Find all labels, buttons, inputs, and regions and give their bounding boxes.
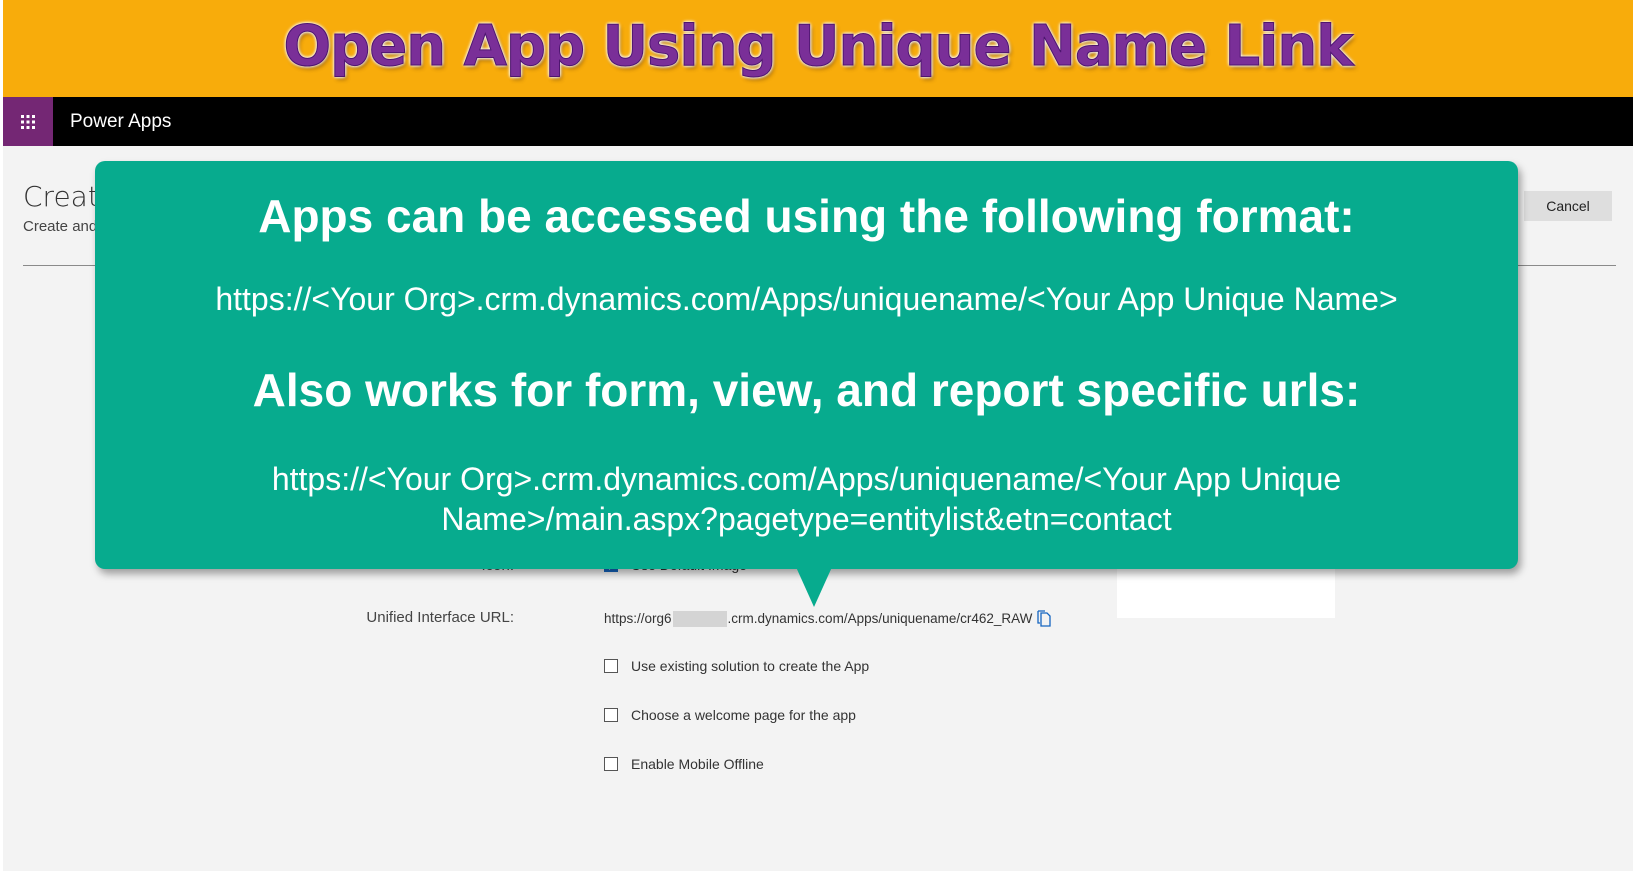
screenshot-frame: Open App Using Unique Name Link Power Ap… — [3, 0, 1633, 871]
callout-heading-format: Apps can be accessed using the following… — [258, 190, 1355, 242]
unified-interface-url-label: Unified Interface URL: — [366, 609, 514, 626]
app-bar: Power Apps — [3, 97, 1633, 146]
checkbox-unchecked-icon — [604, 757, 618, 771]
checkbox-label: Enable Mobile Offline — [631, 756, 764, 772]
checkbox-label: Use existing solution to create the App — [631, 658, 870, 674]
banner-title: Open App Using Unique Name Link — [283, 14, 1354, 80]
checkbox-label: Choose a welcome page for the app — [631, 707, 856, 723]
unified-interface-url: https://org6 .crm.dynamics.com/Apps/uniq… — [604, 610, 1052, 627]
page-subtitle: Create and — [23, 218, 98, 235]
url-prefix: https://org6 — [604, 611, 672, 626]
cancel-button[interactable]: Cancel — [1524, 191, 1612, 221]
callout-url-format: https://<Your Org>.crm.dynamics.com/Apps… — [215, 281, 1398, 317]
copy-icon[interactable] — [1037, 610, 1052, 627]
callout-url-specific: https://<Your Org>.crm.dynamics.com/Apps… — [271, 461, 1342, 537]
banner: Open App Using Unique Name Link — [3, 0, 1633, 97]
app-name[interactable]: Power Apps — [70, 97, 171, 146]
use-existing-solution-checkbox[interactable]: Use existing solution to create the App — [604, 658, 869, 674]
waffle-button[interactable] — [3, 97, 53, 146]
callout-pointer — [796, 567, 832, 607]
welcome-page-checkbox[interactable]: Choose a welcome page for the app — [604, 707, 856, 723]
checkbox-unchecked-icon — [604, 708, 618, 722]
checkbox-unchecked-icon — [604, 659, 618, 673]
enable-mobile-offline-checkbox[interactable]: Enable Mobile Offline — [604, 756, 764, 772]
redacted-mask — [672, 610, 727, 627]
url-suffix: .crm.dynamics.com/Apps/uniquename/cr462_… — [727, 611, 1033, 626]
info-callout: Apps can be accessed using the following… — [95, 161, 1518, 569]
waffle-icon — [20, 114, 36, 130]
callout-heading-specific: Also works for form, view, and report sp… — [252, 364, 1361, 416]
